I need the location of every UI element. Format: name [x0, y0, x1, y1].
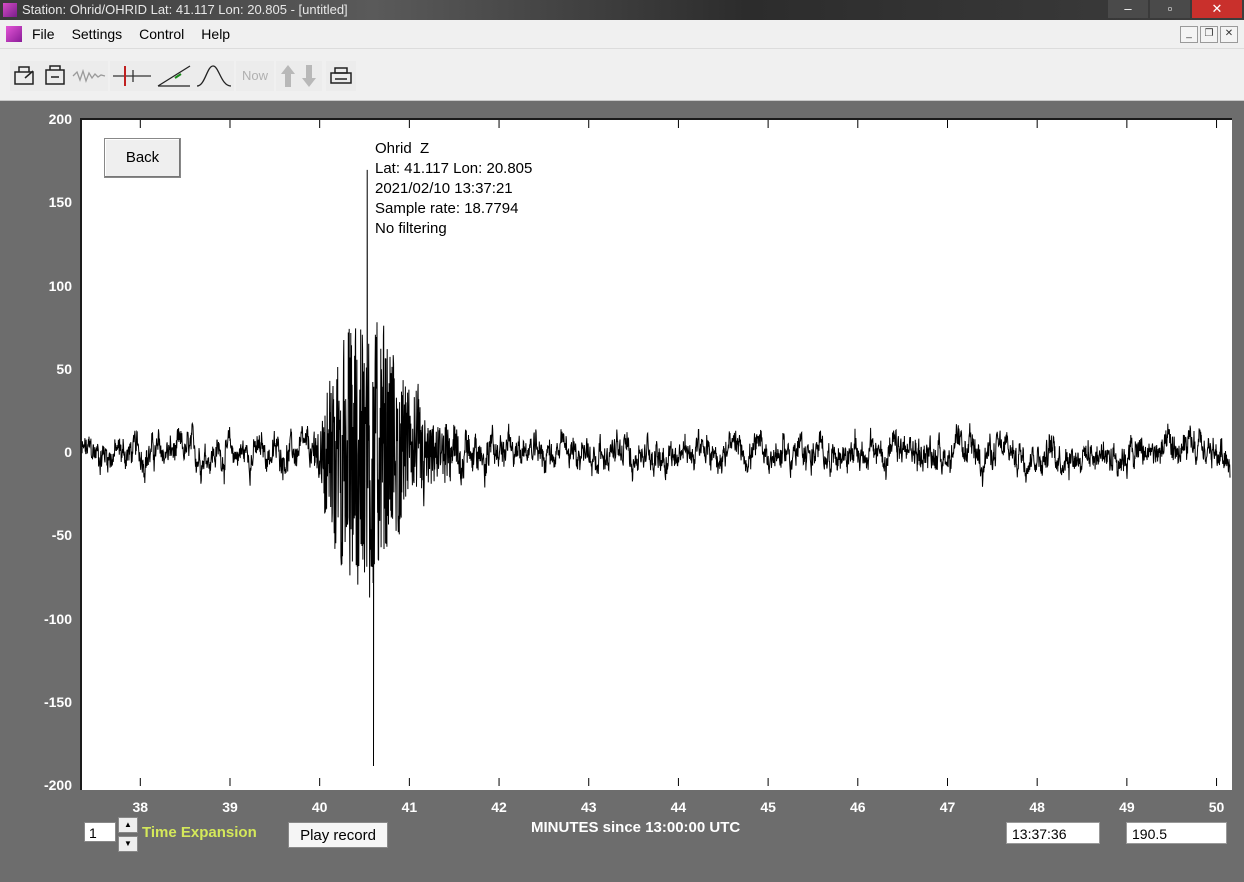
menu-items: File Settings Control Help: [32, 26, 247, 42]
menu-control[interactable]: Control: [139, 26, 193, 42]
x-tick-label: 49: [1119, 799, 1135, 815]
printer-icon[interactable]: [326, 61, 356, 91]
filter-status: No filtering: [375, 220, 447, 237]
value-readout: 190.5: [1126, 822, 1227, 844]
x-tick-label: 41: [401, 799, 418, 815]
title-bar: Station: Ohrid/OHRID Lat: 41.117 Lon: 20…: [0, 0, 1244, 20]
minimize-button[interactable]: –: [1108, 0, 1148, 18]
sample-rate: Sample rate: 18.7794: [375, 200, 519, 217]
x-tick-label: 38: [132, 799, 149, 815]
x-tick-label: 43: [580, 799, 597, 815]
spin-down-icon[interactable]: ▼: [118, 836, 138, 852]
window-title: Station: Ohrid/OHRID Lat: 41.117 Lon: 20…: [22, 2, 348, 17]
x-tick-label: 40: [311, 799, 328, 815]
menu-help[interactable]: Help: [201, 26, 239, 42]
mdi-minimize-button[interactable]: _: [1180, 26, 1198, 43]
y-tick-label: 0: [64, 444, 72, 460]
y-tick-label: 100: [48, 277, 72, 294]
mdi-controls: _ ❐ ✕: [1180, 26, 1238, 43]
y-tick-label: -150: [43, 693, 72, 710]
app-icon: [3, 3, 17, 17]
document-icon[interactable]: [6, 26, 22, 42]
toolbar: Now: [0, 49, 1244, 101]
x-tick-label: 47: [939, 799, 956, 815]
pick-marker-icon[interactable]: [110, 61, 154, 91]
back-button[interactable]: Back: [104, 138, 181, 178]
waveform-icon[interactable]: [70, 61, 108, 91]
record-datetime: 2021/02/10 13:37:21: [375, 180, 513, 197]
spectrum-icon[interactable]: [194, 61, 234, 91]
menu-settings[interactable]: Settings: [72, 26, 132, 42]
station-location: Lat: 41.117 Lon: 20.805: [375, 160, 533, 177]
open-file-icon[interactable]: [10, 61, 40, 91]
x-tick-label: 42: [491, 799, 507, 815]
station-info: Ohrid Z Lat: 41.117 Lon: 20.805 2021/02/10…: [375, 139, 532, 239]
time-expansion-label: Time Expansion: [142, 824, 257, 841]
play-record-button[interactable]: Play record: [288, 822, 388, 848]
x-tick-label: 44: [670, 799, 687, 815]
x-tick-label: 50: [1208, 799, 1225, 815]
menu-bar: File Settings Control Help _ ❐ ✕: [0, 20, 1244, 49]
menu-file[interactable]: File: [32, 26, 64, 42]
now-button[interactable]: Now: [236, 61, 274, 91]
y-tick-label: 50: [56, 360, 72, 377]
y-tick-label: 200: [48, 111, 72, 127]
x-tick-label: 39: [222, 799, 238, 815]
y-tick-label: -100: [43, 610, 72, 627]
spin-up-icon[interactable]: ▲: [118, 817, 138, 833]
mdi-restore-button[interactable]: ❐: [1200, 26, 1218, 43]
close-button[interactable]: ✕: [1192, 0, 1242, 18]
scale-up-down-icon[interactable]: [276, 61, 322, 91]
ramp-icon[interactable]: [154, 61, 194, 91]
maximize-button[interactable]: ▫: [1150, 0, 1190, 18]
seismogram-trace: [81, 120, 1231, 786]
time-readout: 13:37:36: [1006, 822, 1100, 844]
y-tick-label: -200: [43, 777, 72, 793]
x-axis-label: MINUTES since 13:00:00 UTC: [531, 819, 741, 836]
station-name: Ohrid Z: [375, 140, 430, 157]
y-tick-label: 150: [48, 194, 72, 211]
seismic-waveform: [81, 169, 1231, 767]
y-tick-label: -50: [51, 527, 72, 544]
mdi-close-button[interactable]: ✕: [1220, 26, 1238, 43]
x-tick-label: 48: [1029, 799, 1045, 815]
save-file-icon[interactable]: [40, 61, 70, 91]
x-tick-label: 46: [850, 799, 866, 815]
x-tick-label: 45: [760, 799, 776, 815]
time-expansion-input[interactable]: 1: [84, 822, 116, 842]
window-controls: – ▫ ✕: [1106, 0, 1242, 20]
